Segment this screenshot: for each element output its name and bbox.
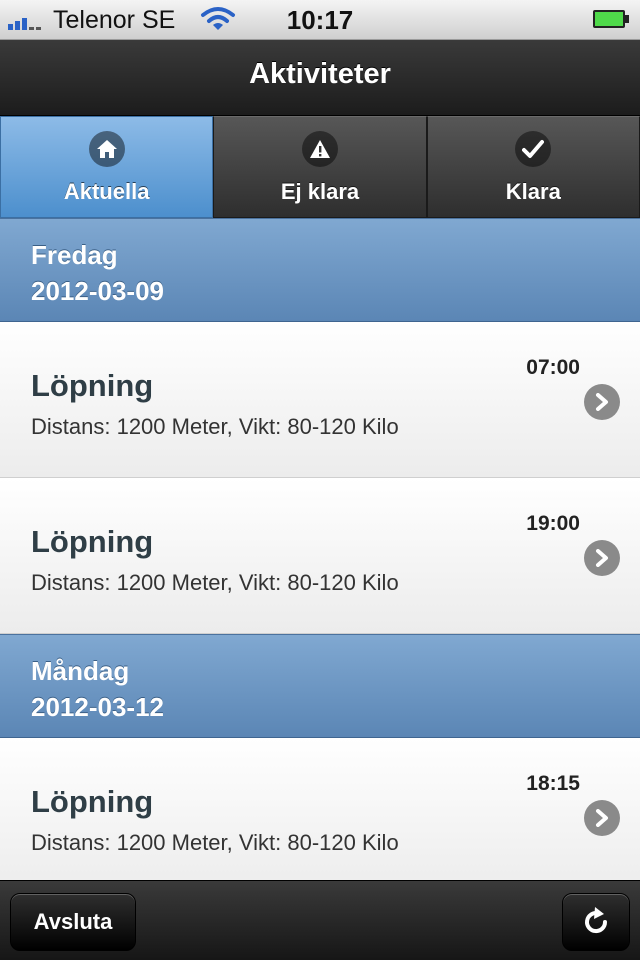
navigation-bar: Aktiviteter xyxy=(0,40,640,116)
tab-label: Ej klara xyxy=(280,179,360,204)
activity-time: 19:00 xyxy=(526,512,580,535)
tab-label: Klara xyxy=(505,179,561,204)
tab-aktuella[interactable]: Aktuella xyxy=(0,116,214,218)
activity-time: 07:00 xyxy=(526,356,580,379)
battery-icon xyxy=(593,10,629,28)
refresh-icon xyxy=(585,907,608,934)
status-time: 10:17 xyxy=(286,5,354,35)
divider-date: 2012-03-09 xyxy=(31,276,164,306)
list-item[interactable]: Löpning Distans: 1200 Meter, Vikt: 80-12… xyxy=(0,322,640,478)
activity-name: Löpning xyxy=(31,524,154,559)
activity-list: Fredag 2012-03-09 Löpning Distans: 1200 … xyxy=(0,218,640,894)
tab-klara[interactable]: Klara xyxy=(426,116,640,218)
divider-day: Måndag xyxy=(31,656,130,686)
tab-label: Aktuella xyxy=(63,179,150,204)
activity-time: 18:15 xyxy=(526,772,580,795)
chevron-right-icon xyxy=(584,800,620,836)
page-title: Aktiviteter xyxy=(249,58,391,90)
date-divider: Fredag 2012-03-09 xyxy=(0,218,640,322)
chevron-right-icon xyxy=(584,384,620,420)
activity-name: Löpning xyxy=(31,368,154,403)
home-icon xyxy=(88,131,125,167)
activity-description: Distans: 1200 Meter, Vikt: 80-120 Kilo xyxy=(31,570,399,595)
warning-icon xyxy=(301,131,338,167)
tab-ej-klara[interactable]: Ej klara xyxy=(213,116,427,218)
list-item[interactable]: Löpning Distans: 1200 Meter, Vikt: 80-12… xyxy=(0,478,640,634)
date-divider: Måndag 2012-03-12 xyxy=(0,634,640,738)
checkmark-icon xyxy=(515,131,552,167)
chevron-right-icon xyxy=(584,540,620,576)
activity-description: Distans: 1200 Meter, Vikt: 80-120 Kilo xyxy=(31,414,399,439)
tab-bar: Aktuella Ej klara Klara xyxy=(0,116,640,218)
divider-day: Fredag xyxy=(31,240,118,270)
list-item[interactable]: Löpning Distans: 1200 Meter, Vikt: 80-12… xyxy=(0,738,640,894)
activity-name: Löpning xyxy=(31,784,154,819)
toolbar: Avsluta xyxy=(0,880,640,960)
divider-date: 2012-03-12 xyxy=(31,692,164,722)
activity-description: Distans: 1200 Meter, Vikt: 80-120 Kilo xyxy=(31,830,399,855)
exit-button[interactable]: Avsluta xyxy=(10,893,136,951)
status-bar: Telenor SE 10:17 xyxy=(0,0,640,40)
refresh-button[interactable] xyxy=(562,893,630,951)
